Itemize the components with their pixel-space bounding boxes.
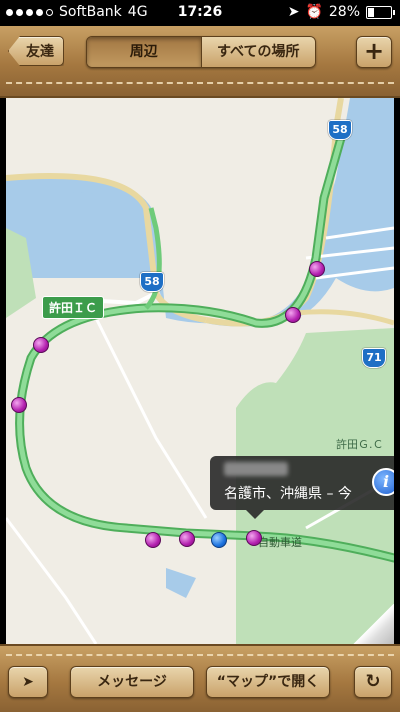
road	[94, 317, 208, 519]
map-view[interactable]: 58 58 71 許田ＩＣ 許田Ｇ.Ｃ 自動車道 名護市、沖縄県 – 今 i	[6, 98, 394, 644]
current-location-pin[interactable]	[211, 532, 227, 548]
refresh-icon: ↻	[365, 671, 381, 692]
segment-nearby[interactable]: 周辺	[87, 37, 201, 67]
route-58-shield-ic: 58	[140, 272, 164, 292]
road	[295, 309, 394, 326]
stitching-divider	[6, 82, 394, 84]
callout-subtitle: 名護市、沖縄県 – 今	[224, 486, 352, 502]
bottom-toolbar: ➤ メッセージ “マップ”で開く ↻	[0, 644, 400, 712]
friend-name-blurred	[224, 462, 288, 476]
location-pin[interactable]	[11, 397, 27, 413]
water-area	[166, 568, 196, 598]
location-arrow-icon: ➤	[287, 4, 300, 20]
back-button-friends[interactable]: 友達	[8, 36, 64, 66]
expressway-label: 自動車道	[258, 536, 302, 549]
add-button[interactable]: +	[356, 36, 392, 68]
message-button[interactable]: メッセージ	[70, 666, 194, 698]
location-pin[interactable]	[285, 307, 301, 323]
status-bar: SoftBank 4G 17:26 ➤ ⏰ 28%	[0, 0, 400, 26]
battery-percent: 28%	[328, 4, 360, 20]
stitching-divider	[6, 654, 394, 656]
page-curl[interactable]	[352, 604, 394, 644]
golf-course-label: 許田Ｇ.Ｃ	[336, 438, 384, 451]
open-in-maps-button[interactable]: “マップ”で開く	[206, 666, 330, 698]
water-area	[6, 192, 116, 228]
location-callout[interactable]: 名護市、沖縄県 – 今 i	[210, 456, 394, 519]
segmented-control: 周辺 すべての場所	[86, 36, 316, 68]
alarm-icon: ⏰	[305, 4, 323, 20]
battery-icon	[366, 5, 395, 19]
refresh-button[interactable]: ↻	[354, 666, 392, 698]
location-pin[interactable]	[179, 531, 195, 547]
interchange-label: 許田ＩＣ	[42, 296, 105, 319]
route-71-shield: 71	[362, 348, 386, 368]
location-arrow-icon: ➤	[22, 674, 34, 690]
location-pin[interactable]	[33, 337, 49, 353]
navigation-bar: 友達 周辺 すべての場所 +	[0, 26, 400, 98]
location-pin[interactable]	[309, 261, 325, 277]
segment-all-places[interactable]: すべての場所	[200, 37, 315, 67]
info-button[interactable]: i	[372, 468, 394, 496]
current-location-button[interactable]: ➤	[8, 666, 48, 698]
map-graphic	[6, 98, 394, 644]
route-58-shield-north: 58	[328, 120, 352, 140]
location-pin[interactable]	[145, 532, 161, 548]
selected-location-pin[interactable]	[246, 530, 262, 546]
road	[6, 517, 98, 644]
